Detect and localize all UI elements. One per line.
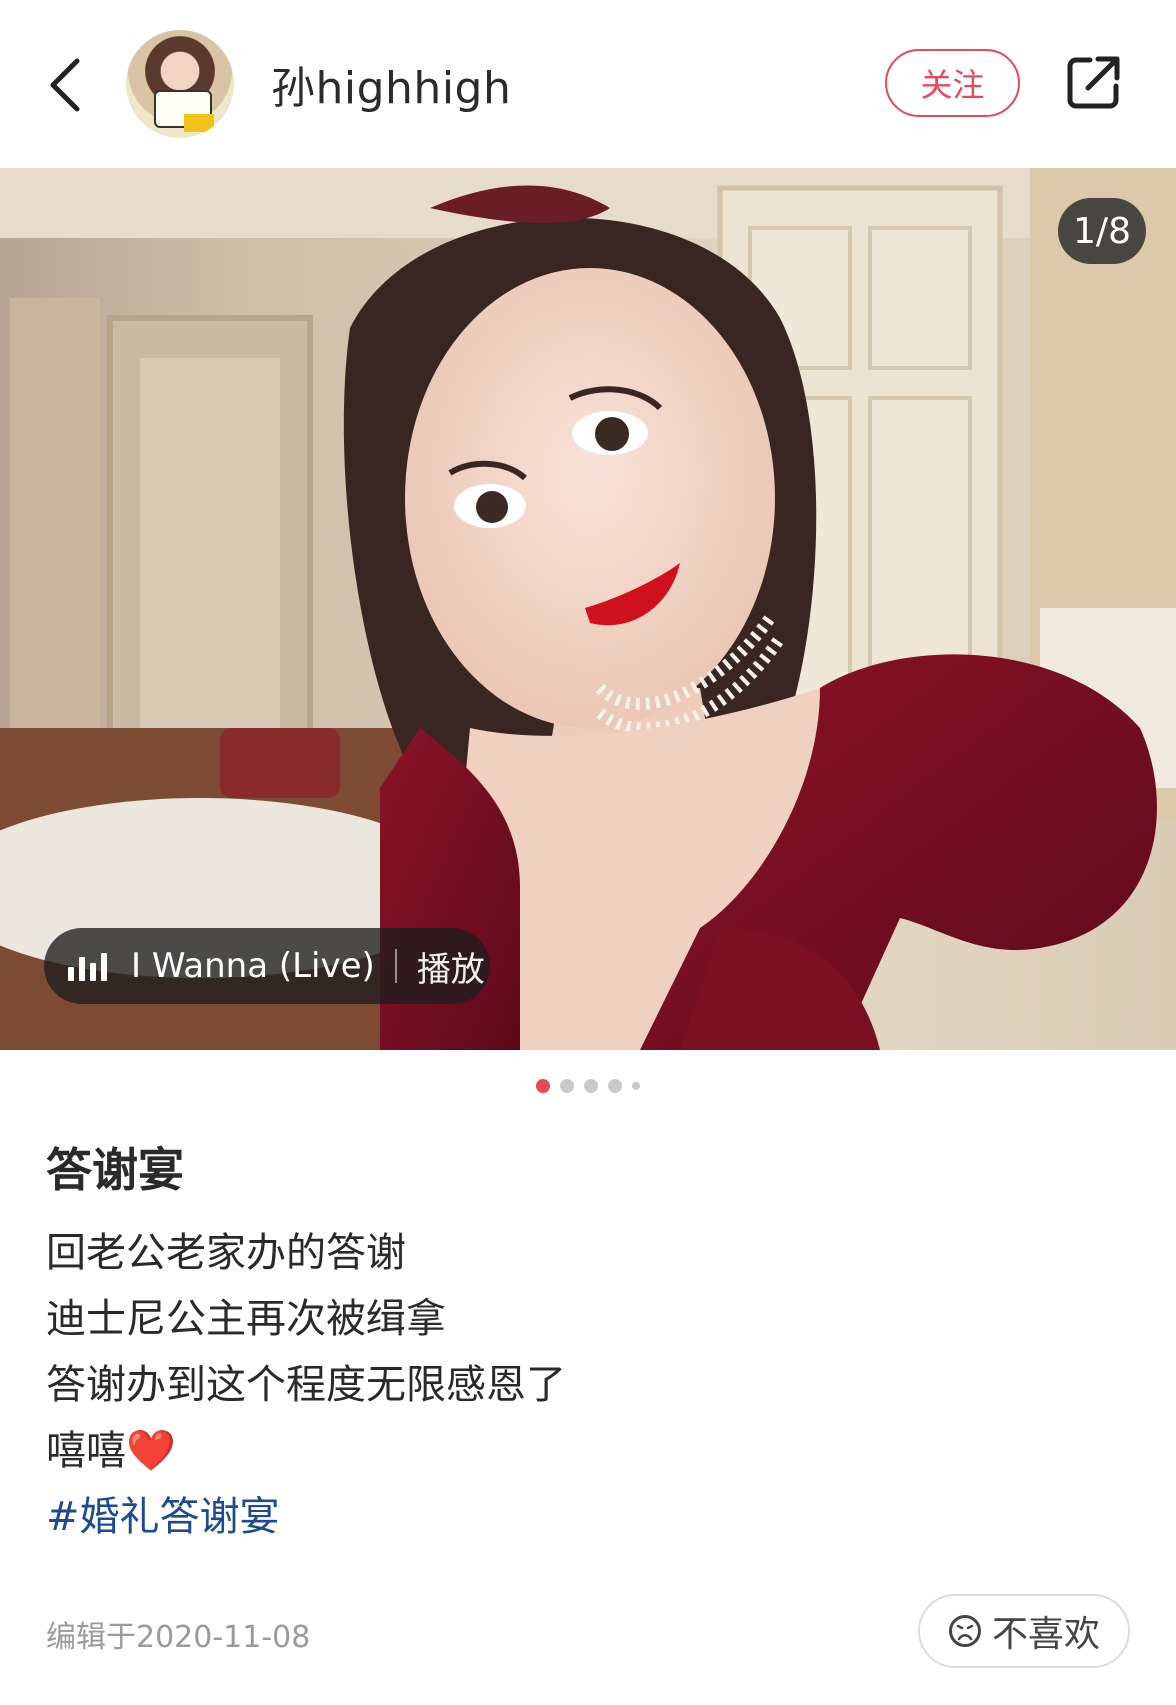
share-button[interactable] xyxy=(1064,52,1124,112)
post-description: 回老公老家办的答谢 迪士尼公主再次被缉拿 答谢办到这个程度无限感恩了 嘻嘻❤️ … xyxy=(46,1220,566,1550)
avatar-image-detail-2 xyxy=(184,114,214,132)
edit-date: 编辑于2020-11-08 xyxy=(46,1620,311,1655)
audio-bars-icon xyxy=(68,951,107,981)
top-bar: 孙highhigh 关注 xyxy=(0,0,1176,168)
hashtag-link[interactable]: #婚礼答谢宴 xyxy=(46,1484,566,1550)
photo-illustration xyxy=(0,168,1176,1050)
description-line: 回老公老家办的答谢 xyxy=(46,1230,406,1276)
play-button[interactable]: 播放 xyxy=(417,942,485,991)
description-line-last: 嘻嘻❤️ xyxy=(46,1418,566,1484)
divider xyxy=(394,949,397,983)
back-button[interactable] xyxy=(40,55,90,115)
dislike-button[interactable]: 不喜欢 xyxy=(918,1594,1130,1668)
post-photo[interactable]: 1/8 I Wanna (Live) 播放 xyxy=(0,168,1176,1050)
heart-icon: ❤️ xyxy=(126,1428,176,1474)
carousel-dot[interactable] xyxy=(584,1079,598,1093)
music-title: I Wanna (Live) xyxy=(131,946,375,986)
carousel-indicator xyxy=(0,1079,1176,1093)
music-player-pill[interactable]: I Wanna (Live) 播放 xyxy=(44,928,490,1004)
follow-button[interactable]: 关注 xyxy=(885,49,1020,117)
carousel-dot[interactable] xyxy=(608,1079,622,1093)
username[interactable]: 孙highhigh xyxy=(271,52,511,116)
image-counter: 1/8 xyxy=(1058,198,1146,264)
description-line: 答谢办到这个程度无限感恩了 xyxy=(46,1362,566,1408)
unhappy-face-icon xyxy=(948,1615,981,1647)
chevron-left-icon xyxy=(50,58,80,112)
post-title: 答谢宴 xyxy=(46,1143,184,1197)
carousel-dot-more xyxy=(632,1082,640,1090)
description-text: 嘻嘻 xyxy=(46,1428,126,1474)
share-icon xyxy=(1067,56,1120,109)
description-line: 迪士尼公主再次被缉拿 xyxy=(46,1296,446,1342)
avatar[interactable] xyxy=(126,30,234,138)
dislike-label: 不喜欢 xyxy=(991,1614,1100,1655)
carousel-dot-active[interactable] xyxy=(536,1079,550,1093)
carousel-dot[interactable] xyxy=(560,1079,574,1093)
